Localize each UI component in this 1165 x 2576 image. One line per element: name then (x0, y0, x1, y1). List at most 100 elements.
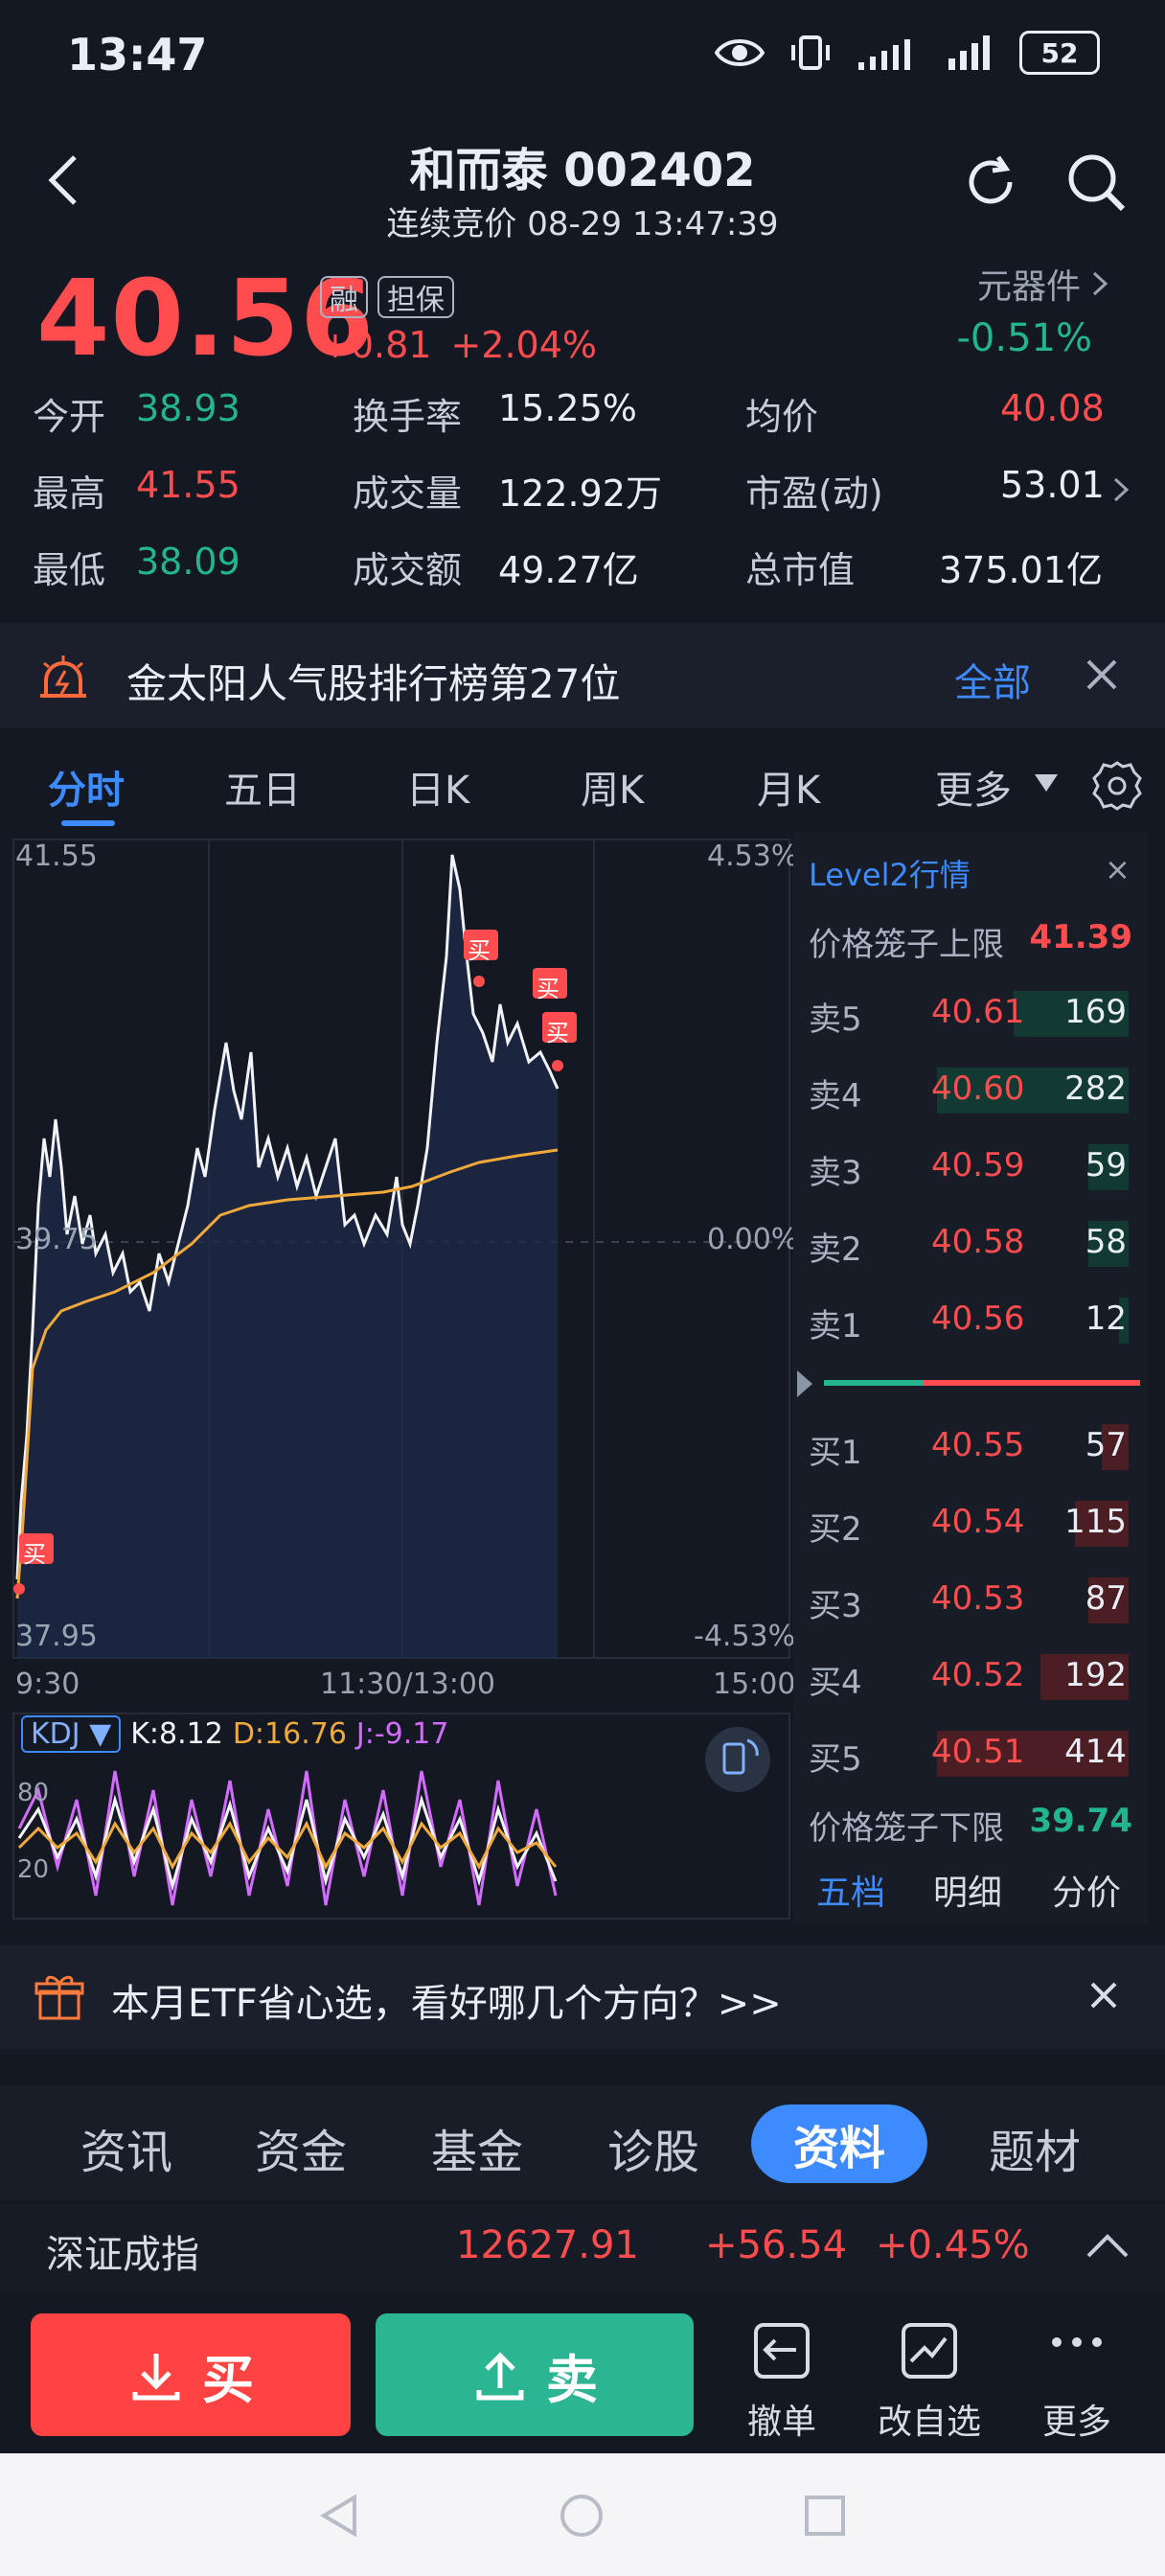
ask-row-3[interactable]: 卖3 40.59 59 (809, 1138, 1148, 1196)
ask-label: 卖4 (809, 1077, 862, 1116)
buy-marker-label: 买 (546, 1020, 569, 1046)
cancel-order-button[interactable]: 撤单 (715, 2317, 849, 2444)
tab-news[interactable]: 资讯 (80, 2114, 172, 2181)
sector-name: 元器件 (976, 267, 1081, 307)
intraday-chart[interactable]: 41.55 39.75 37.95 4.53% 0.00% -4.53% 9:3… (0, 832, 798, 1934)
gift-icon (34, 1972, 84, 2022)
pct-axis-bottom-label: -4.53% (694, 1620, 796, 1653)
tab-profile[interactable]: 资料 (751, 2104, 928, 2183)
nav-recents-icon[interactable] (801, 2492, 849, 2540)
chevron-up-icon[interactable] (1085, 2231, 1131, 2260)
avg-value: 40.08 (1000, 387, 1105, 429)
ask-row-1[interactable]: 卖1 40.56 12 (809, 1292, 1148, 1349)
buy-button[interactable]: 买 (31, 2313, 351, 2436)
ask-row-4[interactable]: 卖4 40.60 282 (809, 1062, 1148, 1119)
turnover-value: 15.25% (498, 387, 637, 429)
bid-label: 买3 (809, 1587, 862, 1625)
open-label: 今开 (33, 396, 106, 438)
rank-text: 金太阳人气股排行榜第27位 (126, 660, 621, 707)
ask-price: 40.61 (931, 993, 1025, 1031)
buy-marker-label: 买 (23, 1541, 46, 1568)
tab-price-breakdown[interactable]: 分价 (1052, 1865, 1121, 1915)
tab-daily-k[interactable]: 日K (406, 759, 469, 815)
view-all-link[interactable]: 全部 (954, 652, 1031, 707)
ask-label: 卖2 (809, 1230, 862, 1269)
amount-label: 成交额 (353, 549, 463, 591)
ask-price: 40.59 (931, 1146, 1025, 1184)
etf-banner[interactable]: 本月ETF省心选，看好哪几个方向？>> (0, 1945, 1165, 2049)
ask-volume: 12 (1085, 1300, 1127, 1338)
bid-row-4[interactable]: 买4 40.52 192 (809, 1648, 1148, 1706)
x-axis-mid-label: 11:30/13:00 (320, 1668, 496, 1701)
ask-price: 40.56 (931, 1300, 1025, 1338)
gear-icon[interactable] (1090, 759, 1144, 813)
ask-volume: 169 (1064, 993, 1127, 1031)
bid-label: 买5 (809, 1740, 862, 1779)
more-button[interactable]: 更多 (1010, 2317, 1144, 2444)
close-icon[interactable] (1088, 1980, 1119, 2011)
alarm-icon (36, 652, 90, 702)
sector-link[interactable]: 元器件 (977, 259, 1109, 309)
high-label: 最高 (33, 472, 106, 515)
dropdown-arrow-icon[interactable] (1033, 772, 1060, 794)
x-axis-end-label: 15:00 (713, 1668, 796, 1701)
modify-watchlist-button[interactable]: 改自选 (862, 2317, 996, 2444)
low-value: 38.09 (136, 540, 240, 583)
sell-label: 卖 (546, 2349, 598, 2410)
more-dots-icon (1043, 2317, 1110, 2384)
spread-divider (793, 1365, 1148, 1403)
change-value: +0.81 (320, 324, 432, 366)
level2-orderbook: Level2行情 × 价格笼子上限 41.39 卖5 40.61 169 卖4 … (793, 832, 1148, 1924)
tab-five-levels[interactable]: 五档 (816, 1865, 885, 1915)
bid-volume: 115 (1064, 1503, 1127, 1541)
tab-funds-flow[interactable]: 资金 (255, 2114, 347, 2181)
ask-row-5[interactable]: 卖5 40.61 169 (809, 985, 1148, 1043)
pct-axis-top-label: 4.53% (707, 840, 799, 873)
kdj-k: K:8.12 (130, 1717, 223, 1751)
amount-value: 49.27亿 (498, 549, 639, 591)
volume-label: 成交量 (353, 472, 463, 515)
sell-button[interactable]: 卖 (376, 2313, 694, 2436)
kdj-selector[interactable]: KDJ ▼ (21, 1715, 122, 1753)
change-percent: +2.04% (450, 324, 598, 366)
signal-icon (857, 34, 924, 72)
tab-themes[interactable]: 题材 (989, 2114, 1081, 2181)
nav-home-icon[interactable] (558, 2492, 605, 2540)
orderbook-close-icon[interactable]: × (1105, 851, 1131, 887)
bid-label: 买4 (809, 1664, 862, 1702)
tab-5day[interactable]: 五日 (224, 759, 301, 815)
tab-intraday[interactable]: 分时 (48, 759, 125, 815)
index-ticker[interactable]: 深证成指 12627.91 +56.54 +0.45% (0, 2204, 1165, 2290)
price-tags: 融 担保 (320, 276, 454, 318)
nav-back-icon[interactable] (316, 2492, 364, 2540)
bid-row-3[interactable]: 买3 40.53 87 (809, 1572, 1148, 1629)
tab-details[interactable]: 明细 (933, 1865, 1002, 1915)
bid-row-5[interactable]: 买5 40.51 414 (809, 1725, 1148, 1782)
volume-value: 122.92万 (498, 472, 662, 515)
refresh-icon[interactable] (960, 151, 1021, 213)
close-icon[interactable] (1083, 656, 1121, 694)
sell-arrow-icon (471, 2346, 529, 2404)
y-axis-top-label: 41.55 (15, 840, 98, 873)
pe-label: 市盈(动) (745, 472, 883, 515)
tab-weekly-k[interactable]: 周K (581, 759, 644, 815)
bid-row-1[interactable]: 买1 40.55 57 (809, 1418, 1148, 1476)
rank-banner[interactable]: 金太阳人气股排行榜第27位 全部 (0, 623, 1165, 728)
lower-limit-value: 39.74 (1029, 1802, 1132, 1840)
tab-diagnosis[interactable]: 诊股 (607, 2114, 699, 2181)
chevron-right-icon[interactable] (1111, 475, 1131, 504)
bid-row-2[interactable]: 买2 40.54 115 (809, 1495, 1148, 1552)
orderbook-tabs: 五档 明细 分价 (793, 1857, 1148, 1915)
bid-price: 40.53 (931, 1579, 1025, 1618)
tab-more[interactable]: 更多 (935, 759, 1012, 815)
y-axis-mid-label: 39.75 (15, 1223, 98, 1256)
search-icon[interactable] (1063, 150, 1129, 215)
high-value: 41.55 (136, 464, 240, 506)
tab-monthly-k[interactable]: 月K (757, 759, 820, 815)
ask-label: 卖3 (809, 1154, 862, 1192)
ask-row-2[interactable]: 卖2 40.58 58 (809, 1215, 1148, 1273)
ask-price: 40.60 (931, 1070, 1025, 1108)
turnover-label: 换手率 (353, 396, 463, 438)
tab-fund[interactable]: 基金 (431, 2114, 523, 2181)
chart-tabs: 分时 五日 日K 周K 月K 更多 (0, 738, 1165, 834)
